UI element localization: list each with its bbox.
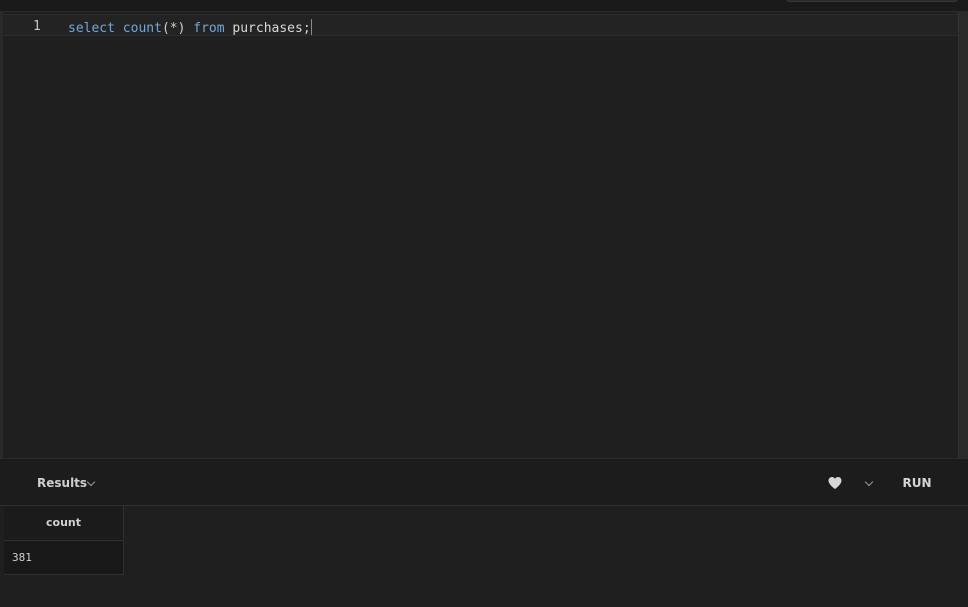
run-button[interactable]: RUN <box>892 468 942 498</box>
chevron-down-icon[interactable] <box>864 477 874 487</box>
keyword-from: from <box>193 21 225 36</box>
keyword-select: select <box>68 21 115 36</box>
top-tab[interactable] <box>786 0 958 2</box>
results-panel: count 381 <box>0 506 968 607</box>
results-table: count 381 <box>4 506 124 575</box>
open-paren: ( <box>161 21 170 36</box>
function-count: count <box>122 21 162 36</box>
column-header-count[interactable]: count <box>4 506 124 541</box>
editor-scrollbar[interactable] <box>958 12 968 458</box>
code-line[interactable]: select count(*) from purchases; <box>68 19 312 36</box>
table-row: 381 <box>4 540 124 575</box>
chevron-down-icon[interactable] <box>86 477 96 487</box>
table-cell[interactable]: 381 <box>4 540 124 575</box>
text-caret <box>310 19 312 35</box>
close-paren: ) <box>177 21 186 36</box>
sql-editor-app: 1 select count(*) from purchases; Result… <box>0 0 968 607</box>
results-label[interactable]: Results <box>37 476 87 490</box>
code-editor[interactable]: 1 select count(*) from purchases; <box>0 12 968 458</box>
heart-icon[interactable] <box>827 475 843 491</box>
results-toolbar: Results RUN <box>0 458 968 506</box>
semicolon: ; <box>302 21 311 36</box>
editor-line-1[interactable]: 1 select count(*) from purchases; <box>3 14 959 36</box>
line-number: 1 <box>33 19 41 34</box>
star: * <box>169 21 178 36</box>
table-name: purchases <box>232 21 303 36</box>
top-bar <box>0 0 968 12</box>
